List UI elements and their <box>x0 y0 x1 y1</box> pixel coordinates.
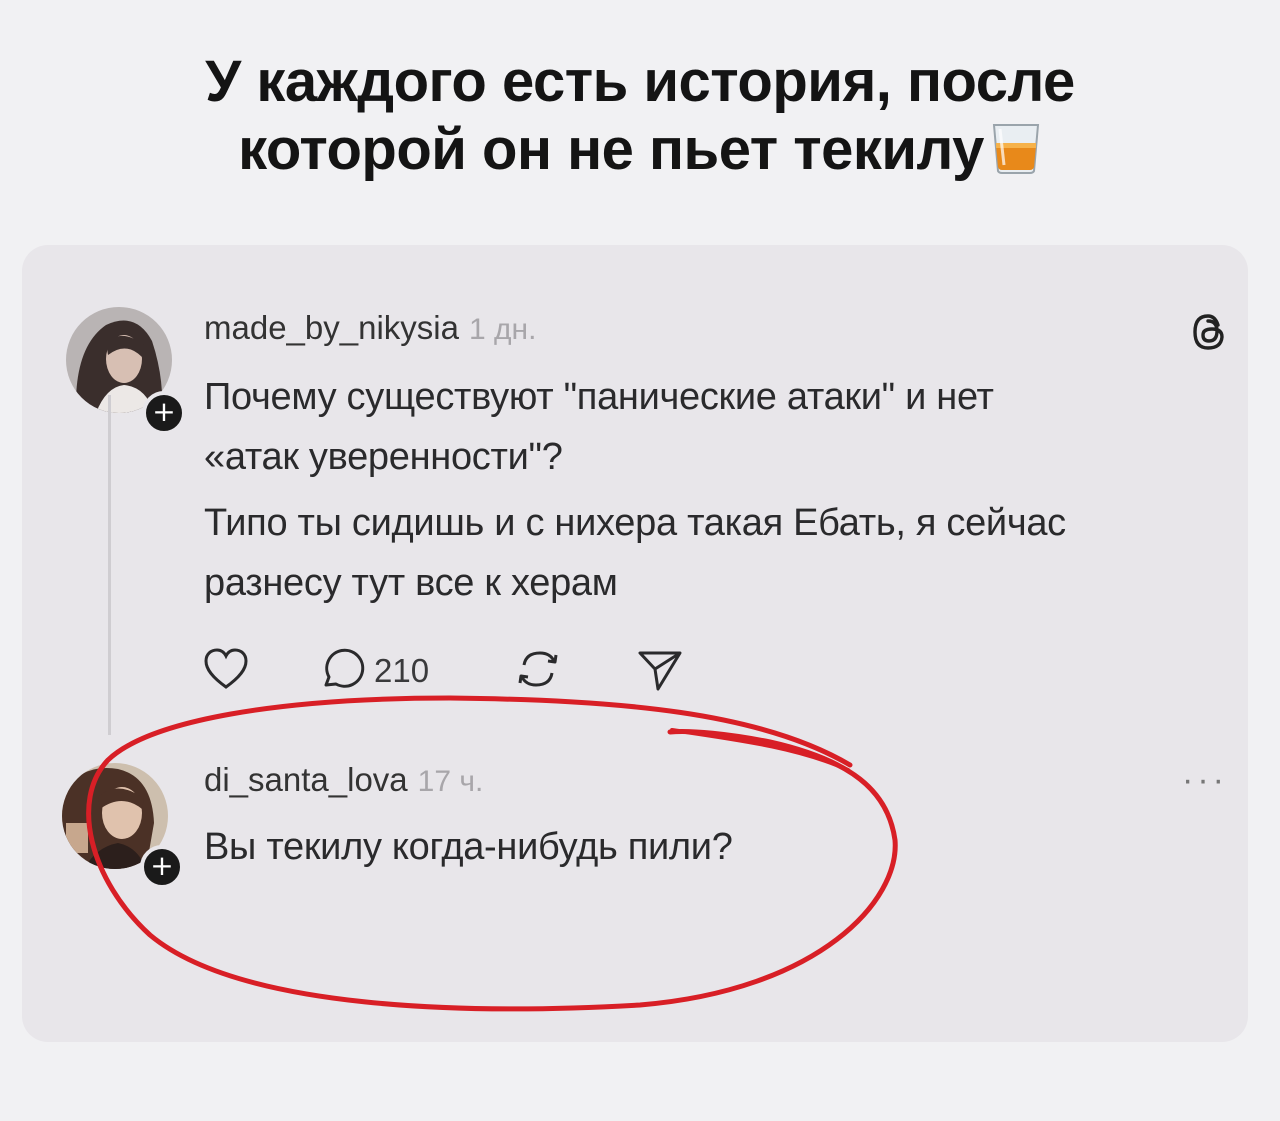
post-paragraph-1-line-2: «атак уверенности"? <box>204 436 563 478</box>
reply-follow-button[interactable]: + <box>140 845 184 889</box>
reply-timestamp: 17 ч. <box>417 765 484 798</box>
caption-line-2-wrap: которой он не пьет текилу <box>0 116 1280 190</box>
reply-username-row: di_santa_lova 17 ч. <box>204 761 483 799</box>
share-icon[interactable] <box>636 647 684 698</box>
tumbler-glass-icon <box>990 121 1042 190</box>
post-paragraph-2-line-1: Типо ты сидишь и с нихера такая Ебать, я… <box>204 502 1066 544</box>
comment-count: 210 <box>374 652 430 689</box>
post-username[interactable]: made_by_nikysia <box>204 309 459 346</box>
post-paragraph-1: Почему существуют "панические атаки" и н… <box>204 367 994 487</box>
post-timestamp: 1 дн. <box>468 313 537 346</box>
heart-icon[interactable] <box>202 647 250 696</box>
more-icon[interactable]: ··· <box>1182 761 1228 800</box>
post-paragraph-1-line-1: Почему существуют "панические атаки" и н… <box>204 376 994 418</box>
reply-username[interactable]: di_santa_lova <box>204 761 408 798</box>
repost-icon[interactable] <box>514 645 562 698</box>
caption: У каждого есть история, после которой он… <box>0 48 1280 190</box>
threads-card: + made_by_nikysia 1 дн. Почему существуют… <box>22 245 1248 1042</box>
post-username-row: made_by_nikysia 1 дн. <box>204 309 536 347</box>
follow-button[interactable]: + <box>142 391 186 435</box>
comment-icon[interactable] <box>320 645 368 698</box>
threads-logo-icon[interactable] <box>1188 311 1230 358</box>
caption-line-1: У каждого есть история, после <box>205 49 1075 114</box>
thread-line <box>108 395 111 735</box>
caption-line-2: которой он не пьет текилу <box>238 117 984 182</box>
post-paragraph-2: Типо ты сидишь и с нихера такая Ебать, я… <box>204 493 1066 613</box>
post-paragraph-2-line-2: разнесу тут все к херам <box>204 562 618 604</box>
reply-text: Вы текилу когда-нибудь пили? <box>204 826 733 868</box>
